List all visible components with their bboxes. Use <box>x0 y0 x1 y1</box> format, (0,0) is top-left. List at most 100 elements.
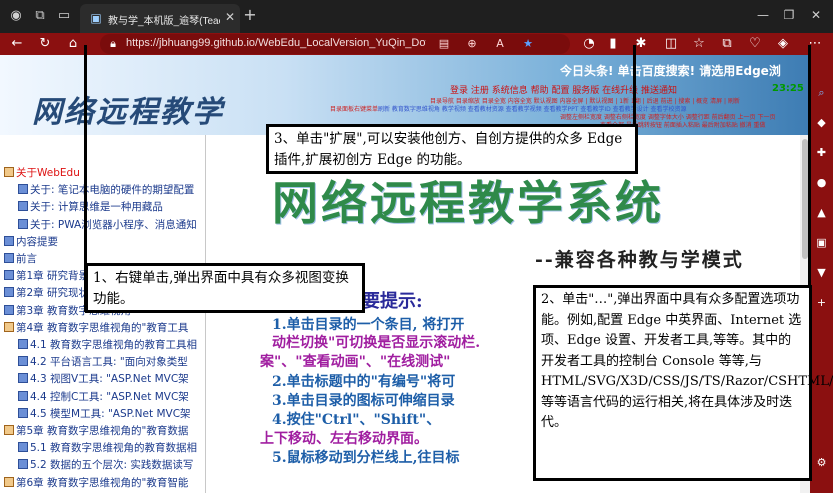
edge-sidebar: ⌕ ◆ ✚ ● ▲ ▣ ▼ + ⚙ <box>810 55 833 493</box>
page-icon[interactable] <box>4 287 14 298</box>
tab-bar: ◉ ⧉ ▭ ▣ 教与学_本机版_逾琴(Teaching&L ✕ + — ❐ ✕ <box>0 0 833 33</box>
read-aloud-icon[interactable]: A <box>492 36 508 52</box>
sidebar-drop-icon[interactable]: ▼ <box>814 265 829 280</box>
close-tab-icon[interactable]: ✕ <box>223 10 237 24</box>
toc-item-label: 4.1 教育数字思维视角的教育工具相 <box>30 339 198 351</box>
open-book-icon[interactable] <box>4 476 14 487</box>
sidebar-games-icon[interactable]: ● <box>814 175 829 190</box>
toc-item[interactable]: 5.1 教育数字思维视角的教育数据相 <box>18 440 197 455</box>
back-icon[interactable]: ← <box>8 35 26 53</box>
open-book-icon[interactable] <box>4 321 14 332</box>
toc-item[interactable]: 关于: 计算思维是一种用藏品 <box>18 199 163 214</box>
hint-step: 动栏切换"可切换是否显示滚动栏. <box>272 335 481 351</box>
minimize-icon[interactable]: — <box>752 6 774 24</box>
restore-icon[interactable]: ❐ <box>778 6 800 24</box>
page-icon[interactable] <box>18 218 28 229</box>
toc-item-label: 前言 <box>16 253 37 265</box>
toc-item-label: 关于WebEdu <box>16 167 80 179</box>
favorite-star-icon[interactable]: ★ <box>520 36 536 52</box>
open-book-icon[interactable] <box>4 425 14 435</box>
sidebar-settings-icon[interactable]: ⚙ <box>814 455 829 470</box>
copilot-icon[interactable]: ◈ <box>774 35 792 53</box>
callout-2: 2、单击"…",弹出界面中具有众多配置选项功能。例如,配置 Edge 中英界面、… <box>533 285 833 481</box>
toc-item[interactable]: 第5章 教育数字思维视角的"教育数据 <box>4 423 188 438</box>
home-icon[interactable]: ⌂ <box>64 35 82 53</box>
lock-icon[interactable]: 🔒︎ <box>106 36 120 52</box>
page-icon[interactable] <box>4 235 14 246</box>
hint-step: 2.单击标题中的"有编号"将可 <box>272 374 456 390</box>
toc-item-label: 关于: PWA浏览器小程序、消息通知 <box>30 218 197 231</box>
toc-panel: 关于WebEdu 关于: 笔记本电脑的硬件的期望配置关于: 计算思维是一种用藏品关… <box>0 135 206 493</box>
sidebar-outlook-icon[interactable]: ▣ <box>814 235 829 250</box>
page-icon[interactable] <box>18 390 28 401</box>
page-icon[interactable] <box>4 304 14 315</box>
toc-item[interactable]: 前言 <box>4 251 37 266</box>
app-available-icon[interactable]: ▤ <box>436 36 452 52</box>
workspaces-icon[interactable]: ⧉ <box>32 8 48 24</box>
sidebar-office-icon[interactable]: ▲ <box>814 205 829 220</box>
url-text[interactable]: https://jbhuang99.github.io/WebEdu_Local… <box>126 37 426 49</box>
page-icon[interactable] <box>18 339 28 349</box>
hint-step: 5.鼠标移动到分栏线上,往目标 <box>272 450 460 466</box>
sidebar-shopping-icon[interactable]: ◆ <box>814 115 829 130</box>
toc-item[interactable]: 内容提要 <box>4 234 58 249</box>
profile-icon[interactable]: ◉ <box>8 8 24 24</box>
toc-item[interactable]: 关于: 笔记本电脑的硬件的期望配置 <box>18 182 194 197</box>
page-icon[interactable] <box>4 253 14 263</box>
toc-item[interactable]: 5.2 数据的五个层次: 实践数据读写 <box>18 457 193 472</box>
page-icon[interactable] <box>18 442 28 453</box>
toc-item[interactable]: 第6章 教育数字思维视角的"教育智能 <box>4 475 188 490</box>
collections-icon[interactable]: ⧉ <box>718 35 736 53</box>
page-icon[interactable] <box>18 201 28 212</box>
main-title: 网络远程教学系统 <box>272 176 664 230</box>
browser-window: ◉ ⧉ ▭ ▣ 教与学_本机版_逾琴(Teaching&L ✕ + — ❐ ✕ … <box>0 0 833 493</box>
toc-item-label: 4.4 控制C工具: "ASP.Net MVC架 <box>30 390 189 403</box>
toc-item[interactable]: 4.3 视图V工具: "ASP.Net MVC架 <box>18 371 189 386</box>
page-icon[interactable] <box>4 270 14 281</box>
extension-b-icon[interactable]: ▮ <box>604 35 622 53</box>
toc-item-label: 关于: 笔记本电脑的硬件的期望配置 <box>30 184 195 197</box>
new-tab-icon[interactable]: + <box>242 7 258 23</box>
site-logo: 网络远程教学 <box>32 95 224 130</box>
toc-item[interactable]: 4.1 教育数字思维视角的教育工具相 <box>18 337 197 352</box>
open-book-icon[interactable] <box>4 167 14 177</box>
address-toolbar: ← ↻ ⌂ 🔒︎ https://jbhuang99.github.io/Web… <box>0 33 833 55</box>
favorites-icon[interactable]: ☆ <box>690 35 708 53</box>
zoom-icon[interactable]: ⊕ <box>464 36 480 52</box>
sidebar-tools-icon[interactable]: ✚ <box>814 145 829 160</box>
top-menu[interactable]: 登录 注册 系统信息 帮助 配置 服务版 在线升级 推送通知 <box>450 83 677 96</box>
toc-item-label: 第2章 研究现状 <box>16 287 90 300</box>
toc-item[interactable]: 第4章 教育数字思维视角的"教育工具 <box>4 320 188 335</box>
toc-item[interactable]: 4.4 控制C工具: "ASP.Net MVC架 <box>18 389 189 404</box>
toc-item[interactable]: 关于WebEdu <box>4 165 80 180</box>
toc-item[interactable]: 第1章 研究背景 <box>4 268 89 283</box>
page-icon[interactable] <box>18 407 28 418</box>
hint-step: 案"、"查看动画"、"在线测试" <box>260 354 451 370</box>
toc-item[interactable]: 4.2 平台语言工具: "面向对象类型 <box>18 354 188 369</box>
tab-active[interactable]: ▣ 教与学_本机版_逾琴(Teaching&L ✕ <box>80 4 240 33</box>
toc-item-label: 4.2 平台语言工具: "面向对象类型 <box>30 356 188 369</box>
page-icon[interactable] <box>18 459 28 470</box>
browser-essentials-icon[interactable]: ♡ <box>746 35 764 53</box>
hint-title: 要提示: <box>362 291 423 312</box>
address-bar[interactable]: 🔒︎ https://jbhuang99.github.io/WebEdu_Lo… <box>100 34 570 54</box>
page-icon[interactable] <box>18 356 28 367</box>
toc-item[interactable]: 4.5 模型M工具: "ASP.Net MVC架 <box>18 406 191 421</box>
extension-a-icon[interactable]: ◔ <box>580 35 598 53</box>
refresh-icon[interactable]: ↻ <box>36 35 54 53</box>
toc-item[interactable]: 关于: PWA浏览器小程序、消息通知 <box>18 217 197 232</box>
hint-step: 4.按住"Ctrl"、"Shift"、 <box>272 412 441 428</box>
toc-item-label: 4.3 视图V工具: "ASP.Net MVC架 <box>30 373 189 386</box>
toc-item[interactable]: 第2章 研究现状 <box>4 285 89 300</box>
tab-actions-icon[interactable]: ▭ <box>56 8 72 24</box>
clock: 23:25 <box>772 83 804 94</box>
sidebar-search-icon[interactable]: ⌕ <box>814 85 829 100</box>
toc-item-label: 5.2 数据的五个层次: 实践数据读写 <box>30 459 194 472</box>
page-icon[interactable] <box>18 373 28 384</box>
split-screen-icon[interactable]: ◫ <box>662 35 680 53</box>
headline-news[interactable]: 今日头条! 单击百度搜索! 请选用Edge浏 <box>560 62 781 79</box>
sidebar-add-icon[interactable]: + <box>814 295 829 310</box>
close-window-icon[interactable]: ✕ <box>805 6 827 24</box>
hint-step: 1.单击目录的一个条目, 将打开 <box>272 317 465 333</box>
page-icon[interactable] <box>18 184 28 195</box>
